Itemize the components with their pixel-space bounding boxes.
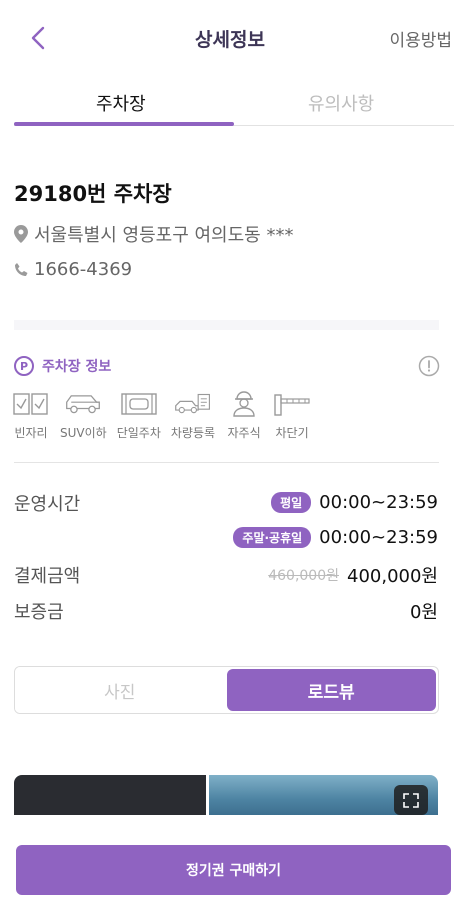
header: 상세정보 이용방법	[0, 0, 460, 75]
building-image-left	[14, 775, 206, 815]
feature-label: 차량등록	[170, 426, 216, 440]
feature-item: 빈자리	[12, 390, 50, 441]
buy-pass-button[interactable]: 정기권 구매하기	[16, 845, 451, 895]
feature-label: 단일주차	[116, 426, 161, 440]
phone-number[interactable]: 1666-4369	[34, 259, 132, 280]
feature-label: 차단기	[275, 426, 309, 440]
location-pin-icon	[14, 225, 28, 243]
payment-label: 결제금액	[14, 566, 81, 587]
deposit-value: 0원	[409, 602, 438, 623]
section-divider	[14, 320, 439, 330]
feature-list: 빈자리 SUV이하 단일주차 차량등록 자주식 차단기	[12, 390, 321, 441]
feature-item: 차단기	[273, 390, 311, 441]
exclamation-info-icon[interactable]	[418, 355, 440, 377]
photo-toggle-button[interactable]: 사진	[15, 667, 225, 713]
suv-icon	[66, 395, 101, 414]
how-to-use-link[interactable]: 이용방법	[389, 26, 452, 51]
building-image-right	[209, 775, 438, 815]
deposit-amount: 0원	[410, 598, 438, 624]
self-parking-attendant-icon	[233, 391, 255, 417]
weekend-time: 00:00~23:59	[319, 527, 438, 548]
deposit-label: 보증금	[14, 602, 64, 623]
phone-icon	[15, 262, 28, 276]
checkbox-slots-icon	[13, 393, 48, 415]
car-register-icon	[175, 393, 210, 414]
roadview-image[interactable]	[14, 775, 438, 815]
info-divider	[14, 462, 439, 463]
tab-notice[interactable]: 유의사항	[308, 90, 374, 116]
feature-item: 차량등록	[171, 390, 215, 441]
feature-label: SUV이하	[60, 426, 107, 440]
feature-label: 자주식	[227, 426, 261, 440]
phone-row[interactable]: 1666-4369	[14, 259, 132, 280]
feature-item: 단일주차	[117, 390, 161, 441]
barrier-gate-icon	[274, 394, 310, 416]
active-tab-indicator	[14, 122, 234, 126]
sale-price: 400,000원	[347, 566, 438, 587]
tab-bar: 주차장 유의사항	[14, 78, 454, 126]
hours-label: 운영시간	[14, 494, 81, 515]
tab-parking-lot[interactable]: 주차장	[96, 90, 146, 116]
feature-label: 빈자리	[14, 426, 48, 440]
lot-info-header: P 주차장 정보	[14, 356, 111, 376]
lot-info-title: 주차장 정보	[42, 359, 112, 375]
single-parking-icon	[121, 393, 157, 415]
roadview-toggle-button[interactable]: 로드뷰	[226, 669, 436, 711]
weekend-hours: 주말·공휴일 00:00~23:59	[233, 527, 438, 548]
feature-item: 자주식	[225, 390, 263, 441]
weekday-badge: 평일	[271, 492, 312, 513]
lot-name: 29180번 주차장	[14, 182, 172, 206]
address-text: 서울특별시 영등포구 여의도동 ***	[34, 225, 294, 246]
parking-p-icon: P	[14, 356, 34, 376]
payment-amount: 460,000원 400,000원	[268, 562, 438, 588]
feature-item: SUV이하	[60, 390, 107, 441]
address-row: 서울특별시 영등포구 여의도동 ***	[14, 221, 293, 247]
weekend-badge: 주말·공휴일	[233, 527, 312, 548]
original-price: 460,000원	[268, 568, 339, 584]
weekday-hours: 평일 00:00~23:59	[271, 492, 438, 513]
expand-icon[interactable]	[394, 785, 428, 815]
bottom-cta-bar: 정기권 구매하기	[0, 818, 460, 903]
media-toggle: 사진 로드뷰	[14, 666, 439, 714]
weekday-time: 00:00~23:59	[319, 492, 438, 513]
